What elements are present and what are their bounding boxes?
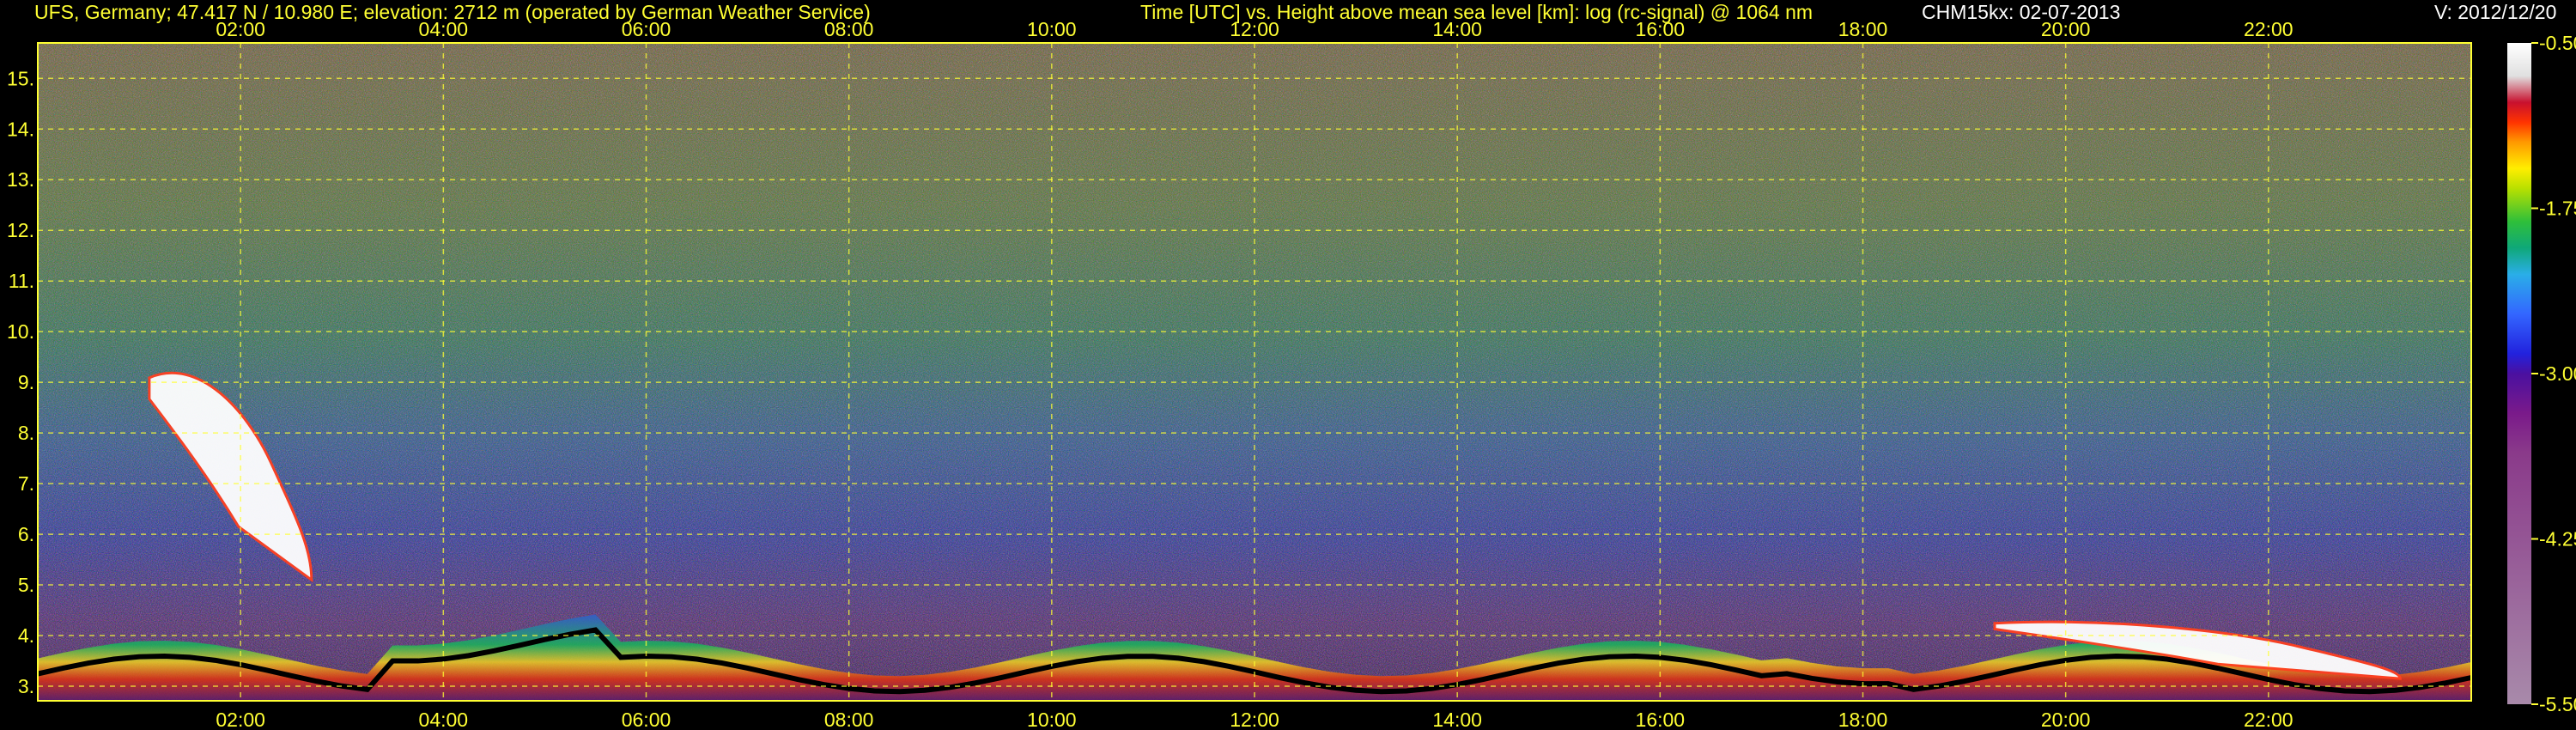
y-tick-label: 15. (7, 67, 34, 89)
x-tick-label: 06:00 (622, 709, 671, 730)
x-tick-label: 18:00 (1838, 709, 1888, 730)
y-tick-label: 10. (7, 320, 34, 343)
x-tick-label: 20:00 (2041, 709, 2091, 730)
colorbar-tick-label: -1.75 (2539, 198, 2576, 220)
x-tick-label: 02:00 (216, 18, 265, 40)
y-tick-label: 6. (18, 523, 34, 545)
x-tick-label: 14:00 (1432, 18, 1482, 40)
x-tick-label: 14:00 (1432, 709, 1482, 730)
y-tick-label: 14. (7, 118, 34, 140)
y-tick-label: 12. (7, 219, 34, 241)
x-tick-label: 04:00 (419, 709, 469, 730)
x-tick-label: 10:00 (1027, 709, 1077, 730)
x-tick-label: 02:00 (216, 709, 265, 730)
x-tick-label: 12:00 (1230, 18, 1279, 40)
y-tick-label: 9. (18, 371, 34, 393)
y-axis: 3. 4. 5. 6. 7. 8. 9. 10. 11. 12. 13. 14. 15. (7, 67, 34, 697)
y-tick-label: 13. (7, 168, 34, 191)
x-tick-label: 18:00 (1838, 18, 1888, 40)
colorbar-tick-label: -4.25 (2539, 528, 2576, 551)
x-tick-label: 12:00 (1230, 709, 1279, 730)
y-tick-label: 7. (18, 472, 34, 495)
version-label: V: 2012/12/20 (2434, 1, 2556, 23)
colorbar-ticks: -0.50 -1.75 -3.00 -4.25 -5.50 (2531, 32, 2576, 715)
instrument-label: CHM15kx: 02-07-2013 (1922, 1, 2120, 23)
x-tick-label: 08:00 (824, 709, 874, 730)
y-tick-label: 5. (18, 574, 34, 596)
y-tick-label: 11. (9, 270, 34, 292)
y-tick-label: 8. (18, 422, 34, 444)
x-tick-label: 20:00 (2041, 18, 2091, 40)
x-tick-label: 10:00 (1027, 18, 1077, 40)
colorbar-tick-label: -5.50 (2539, 693, 2576, 715)
x-tick-label: 04:00 (419, 18, 469, 40)
x-tick-label: 16:00 (1636, 709, 1686, 730)
x-tick-label: 22:00 (2244, 709, 2293, 730)
ceilometer-chart: UFS, Germany; 47.417 N / 10.980 E; eleva… (7, 1, 2576, 730)
colorbar-tick-label: -3.00 (2539, 362, 2576, 385)
x-tick-label: 22:00 (2244, 18, 2293, 40)
colorbar: -0.50 -1.75 -3.00 -4.25 -5.50 (2507, 32, 2576, 715)
colorbar-gradient (2507, 43, 2531, 704)
x-tick-label: 16:00 (1636, 18, 1686, 40)
colorbar-tick-label: -0.50 (2539, 32, 2576, 54)
x-tick-label: 06:00 (622, 18, 671, 40)
y-tick-label: 3. (18, 675, 34, 697)
y-tick-label: 4. (18, 624, 34, 647)
x-axis-bottom: 02:00 04:00 06:00 08:00 10:00 12:00 14:00 16:00… (216, 709, 2293, 730)
plot-area (37, 42, 2472, 702)
x-tick-label: 08:00 (824, 18, 874, 40)
